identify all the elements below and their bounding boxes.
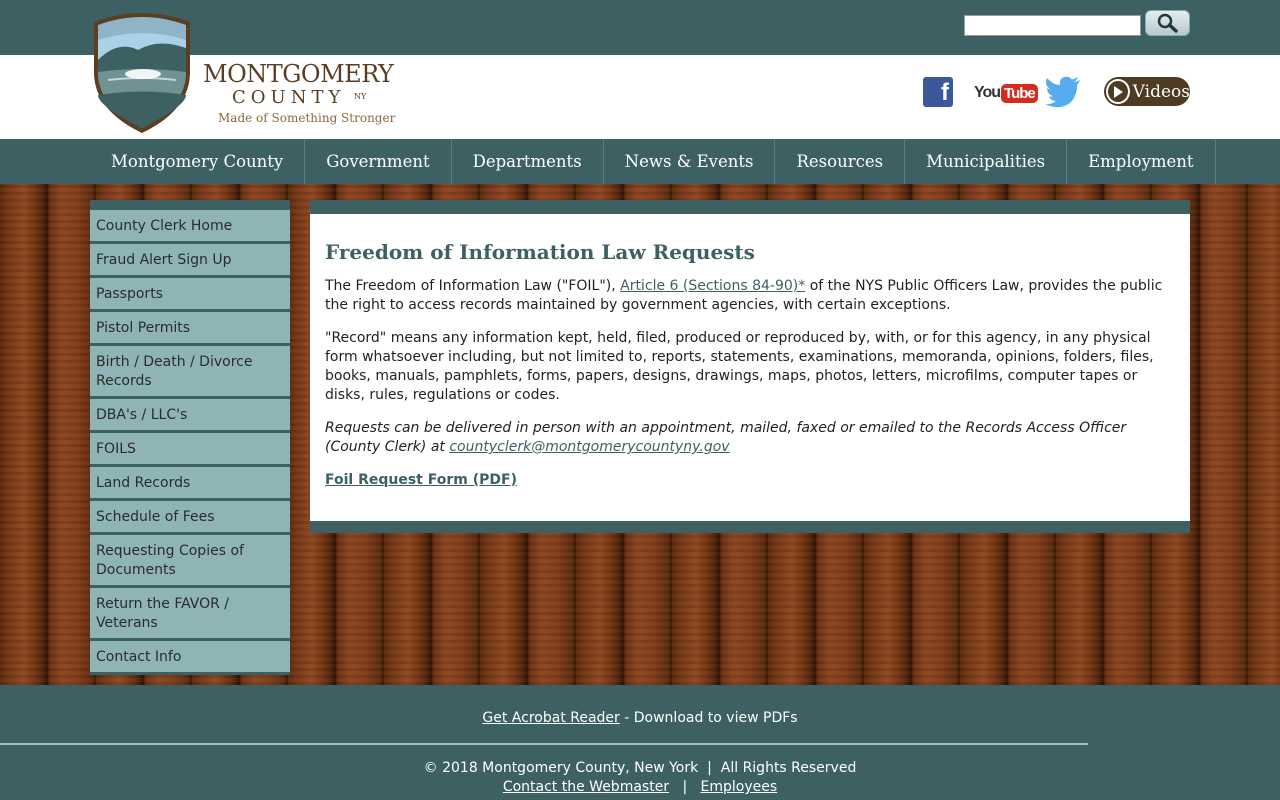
nav-item-resources[interactable]: Resources xyxy=(775,139,906,184)
nav-item-municipalities[interactable]: Municipalities xyxy=(905,139,1068,184)
youtube-you: You xyxy=(974,84,1001,101)
search-icon xyxy=(1157,13,1178,33)
logo-state: NY xyxy=(354,92,367,101)
sidebar-item-fraud-alert[interactable]: Fraud Alert Sign Up xyxy=(90,244,290,278)
copyright: © 2018 Montgomery County, New York | All… xyxy=(423,760,857,776)
sidebar-item-foils[interactable]: FOILS xyxy=(90,433,290,467)
article-6-link[interactable]: Article 6 (Sections 84-90)* xyxy=(620,278,805,294)
sidebar: County Clerk Home Fraud Alert Sign Up Pa… xyxy=(90,200,290,675)
record-definition-paragraph: "Record" means any information kept, hel… xyxy=(325,330,1154,403)
videos-button[interactable]: Videos xyxy=(1104,77,1190,106)
youtube-icon[interactable]: You Tube xyxy=(974,81,1038,105)
sidebar-item-passports[interactable]: Passports xyxy=(90,278,290,312)
employees-link[interactable]: Employees xyxy=(701,779,778,795)
logo-name-line1: MONTGOMERY xyxy=(203,60,394,88)
sidebar-item-birth-death-divorce[interactable]: Birth / Death / Divorce Records xyxy=(90,346,290,399)
sidebar-item-county-clerk-home[interactable]: County Clerk Home xyxy=(90,210,290,244)
main-nav: Montgomery County Government Departments… xyxy=(0,139,1280,184)
nav-item-departments[interactable]: Departments xyxy=(452,139,604,184)
acrobat-text: - Download to view PDFs xyxy=(619,710,798,726)
nav-item-government[interactable]: Government xyxy=(305,139,452,184)
sidebar-item-pistol-permits[interactable]: Pistol Permits xyxy=(90,312,290,346)
twitter-icon[interactable] xyxy=(1045,76,1081,108)
search-button[interactable] xyxy=(1145,10,1190,36)
logo-name-line2: COUNTY xyxy=(232,87,346,108)
sidebar-item-land-records[interactable]: Land Records xyxy=(90,467,290,501)
sidebar-item-requesting-copies[interactable]: Requesting Copies of Documents xyxy=(90,535,290,588)
foil-intro-paragraph: The Freedom of Information Law ("FOIL"),… xyxy=(325,277,1175,315)
foil-request-form-link[interactable]: Foil Request Form (PDF) xyxy=(325,472,517,488)
logo-tagline: Made of Something Stronger xyxy=(218,111,396,125)
footer-divider xyxy=(0,743,1088,745)
main-content: Freedom of Information Law Requests The … xyxy=(310,200,1190,533)
sidebar-item-contact-info[interactable]: Contact Info xyxy=(90,641,290,675)
nav-item-employment[interactable]: Employment xyxy=(1067,139,1216,184)
contact-webmaster-link[interactable]: Contact the Webmaster xyxy=(503,779,669,795)
sidebar-item-schedule-of-fees[interactable]: Schedule of Fees xyxy=(90,501,290,535)
acrobat-reader-link[interactable]: Get Acrobat Reader xyxy=(482,710,619,726)
nav-item-news-events[interactable]: News & Events xyxy=(604,139,776,184)
videos-label: Videos xyxy=(1132,81,1190,102)
footer-links: Contact the Webmaster | Employees xyxy=(0,779,1280,795)
site-footer: Get Acrobat Reader - Download to view PD… xyxy=(0,685,1280,800)
acrobat-line: Get Acrobat Reader - Download to view PD… xyxy=(0,710,1280,726)
facebook-icon[interactable]: f xyxy=(923,77,953,107)
county-shield-logo[interactable] xyxy=(88,10,196,135)
sidebar-item-dba-llc[interactable]: DBA's / LLC's xyxy=(90,399,290,433)
page-title: Freedom of Information Law Requests xyxy=(325,240,755,264)
facebook-glyph: f xyxy=(941,79,949,106)
youtube-tube: Tube xyxy=(1001,83,1038,103)
footer-separator: | xyxy=(682,779,688,795)
search-input[interactable] xyxy=(964,15,1141,36)
delivery-paragraph: Requests can be delivered in person with… xyxy=(325,419,1175,457)
play-icon xyxy=(1106,79,1130,104)
nav-item-montgomery-county[interactable]: Montgomery County xyxy=(90,139,306,184)
foil-intro-text: The Freedom of Information Law ("FOIL"), xyxy=(325,278,621,294)
sidebar-item-return-the-favor[interactable]: Return the FAVOR / Veterans xyxy=(90,588,290,641)
county-clerk-email-link[interactable]: countyclerk@montgomerycountyny.gov xyxy=(449,439,729,455)
